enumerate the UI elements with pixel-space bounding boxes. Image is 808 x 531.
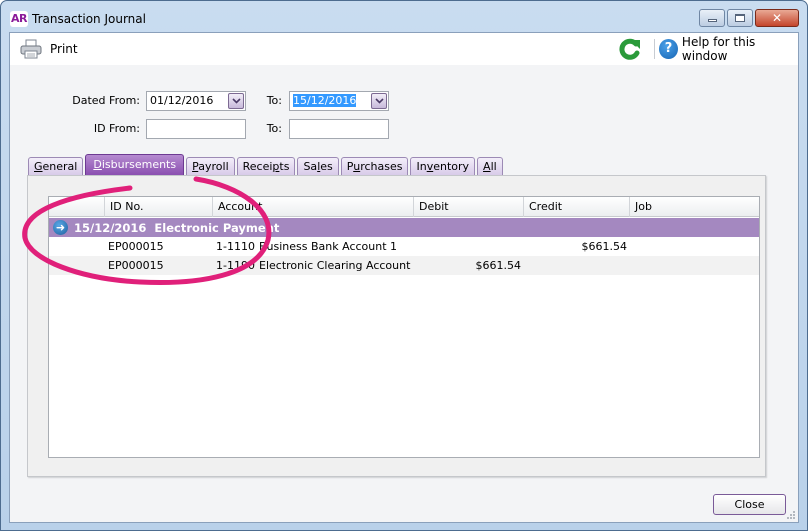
- row-debit: [417, 237, 521, 256]
- title-bar[interactable]: AR Transaction Journal ✕: [1, 1, 807, 31]
- tab-label-prefix: Sa: [303, 160, 318, 173]
- column-header-id[interactable]: ID No.: [105, 197, 213, 217]
- dated-from-value: 01/12/2016: [150, 94, 214, 107]
- app-logo-icon: AR: [10, 11, 28, 27]
- tab-label-mnemonic: G: [34, 160, 43, 173]
- tab-label-rest: rchases: [360, 160, 403, 173]
- journal-grid: ID No. Account Debit Credit Job ➜ 15/12/…: [48, 196, 760, 458]
- column-header-debit[interactable]: Debit: [414, 197, 524, 217]
- tab-label-rest: ayroll: [198, 160, 229, 173]
- row-credit: [527, 256, 627, 275]
- tab-purchases[interactable]: Purchases: [340, 157, 409, 175]
- dated-from-field[interactable]: 01/12/2016: [146, 91, 246, 111]
- close-button[interactable]: Close: [713, 494, 786, 515]
- id-to-label: To:: [266, 122, 282, 135]
- column-header-job[interactable]: Job: [630, 197, 759, 217]
- resize-grip-icon[interactable]: [786, 510, 796, 520]
- table-row[interactable]: EP000015 1-1110 Business Bank Account 1 …: [49, 237, 759, 256]
- refresh-icon[interactable]: [618, 38, 642, 60]
- tab-general[interactable]: General: [28, 157, 84, 175]
- tab-label-rest: es: [320, 160, 333, 173]
- row-id: EP000015: [108, 240, 164, 253]
- row-account-no: 1-1110: [216, 240, 255, 253]
- help-button[interactable]: ? Help for this window: [659, 35, 798, 63]
- tab-label-prefix: Recei: [242, 160, 273, 173]
- dated-to-dropdown[interactable]: [371, 93, 387, 109]
- id-from-label: ID From:: [93, 122, 140, 135]
- dated-from-dropdown[interactable]: [228, 93, 244, 109]
- tab-inventory[interactable]: Inventory: [410, 157, 476, 175]
- column-header-account[interactable]: Account: [213, 197, 414, 217]
- row-id: EP000015: [108, 259, 164, 272]
- printer-icon: [20, 39, 42, 59]
- tab-label-prefix: In: [416, 160, 427, 173]
- help-icon: ?: [659, 39, 678, 59]
- tab-label-mnemonic: D: [93, 158, 102, 171]
- dated-to-label: To:: [266, 94, 282, 107]
- toolbar-separator: [654, 39, 655, 59]
- dated-to-value: 15/12/2016: [293, 94, 357, 107]
- arrow-right-icon[interactable]: ➜: [53, 220, 68, 235]
- group-row-label: 15/12/2016 Electronic Payment: [74, 220, 280, 235]
- tab-label-rest: isbursements: [101, 158, 177, 171]
- tab-label-rest: eneral: [42, 160, 78, 173]
- id-from-field[interactable]: [146, 119, 246, 139]
- window-client-area: Print ? Help for this window Dated From:…: [9, 32, 799, 523]
- transaction-journal-window: AR Transaction Journal ✕ Print ? Help fo…: [0, 0, 808, 531]
- window-controls: ✕: [699, 9, 799, 27]
- minimize-icon: [707, 19, 717, 22]
- row-debit: $661.54: [475, 259, 522, 272]
- close-window-button[interactable]: ✕: [755, 9, 799, 27]
- minimize-button[interactable]: [699, 9, 725, 27]
- row-account-no: 1-1190: [216, 259, 255, 272]
- print-label: Print: [50, 42, 78, 56]
- chevron-down-icon: [231, 98, 241, 104]
- tab-sales[interactable]: Sales: [297, 157, 339, 175]
- dated-from-label: Dated From:: [72, 94, 140, 107]
- table-row[interactable]: EP000015 1-1190 Electronic Clearing Acco…: [49, 256, 759, 275]
- toolbar: Print ? Help for this window: [10, 33, 798, 65]
- column-header-credit[interactable]: Credit: [524, 197, 630, 217]
- tab-label-rest: ts: [279, 160, 290, 173]
- tab-receipts[interactable]: Receipts: [236, 157, 296, 175]
- transaction-group-row[interactable]: ➜ 15/12/2016 Electronic Payment: [49, 218, 759, 237]
- dated-to-field[interactable]: 15/12/2016: [289, 91, 389, 111]
- tab-label-mnemonic: A: [483, 160, 491, 173]
- row-account-name: Electronic Clearing Account: [259, 259, 411, 272]
- grid-header: ID No. Account Debit Credit Job: [49, 197, 759, 217]
- row-credit: $661.54: [581, 240, 628, 253]
- tab-label-rest: entory: [433, 160, 470, 173]
- chevron-down-icon: [374, 98, 384, 104]
- tab-disbursements[interactable]: Disbursements: [85, 154, 185, 175]
- window-title: Transaction Journal: [32, 12, 146, 26]
- row-account-name: Business Bank Account 1: [259, 240, 398, 253]
- id-to-field[interactable]: [289, 119, 389, 139]
- maximize-button[interactable]: [727, 9, 753, 27]
- maximize-icon: [735, 14, 745, 22]
- print-button[interactable]: Print: [20, 37, 78, 61]
- tab-all[interactable]: All: [477, 157, 503, 175]
- help-label: Help for this window: [681, 35, 756, 63]
- journal-tabs: General Disbursements Payroll Receipts Sales…: [28, 154, 503, 175]
- tab-payroll[interactable]: Payroll: [186, 157, 235, 175]
- column-header-expand: [49, 197, 105, 217]
- tab-panel-disbursements: ID No. Account Debit Credit Job ➜ 15/12/…: [27, 175, 766, 477]
- tab-label-rest: ll: [490, 160, 497, 173]
- close-icon: ✕: [771, 11, 783, 25]
